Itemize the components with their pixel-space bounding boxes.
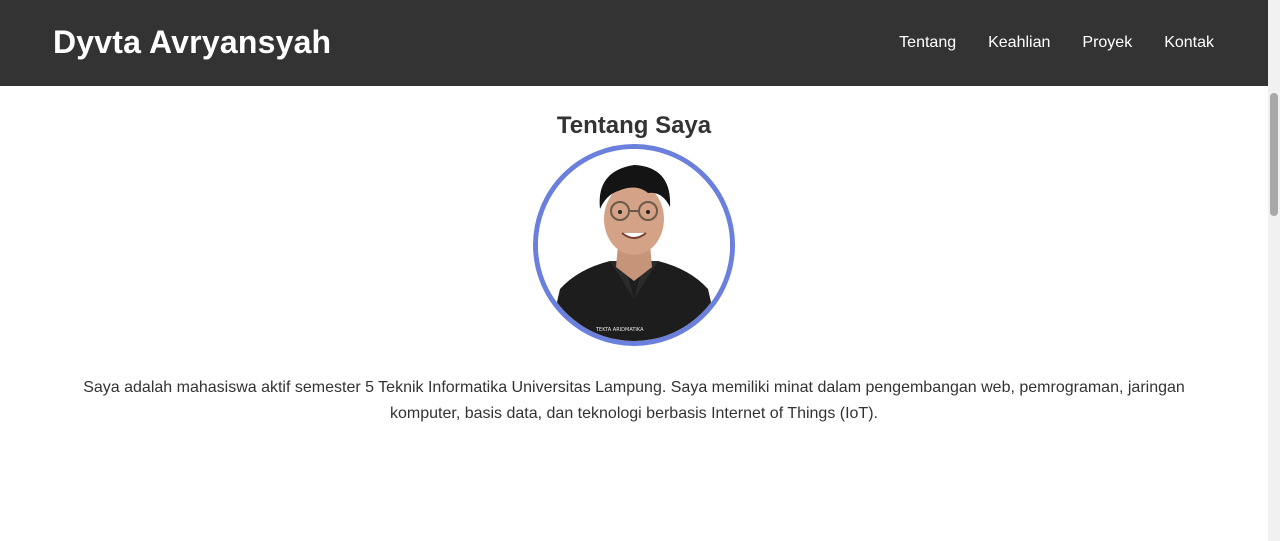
site-brand[interactable]: Dyvta Avryansyah xyxy=(53,24,331,61)
nav-link-proyek[interactable]: Proyek xyxy=(1082,34,1132,52)
about-section: Tentang Saya TEKTA ARIDMATIKA Saya adala… xyxy=(0,86,1268,541)
nav-menu: Tentang Keahlian Proyek Kontak xyxy=(899,34,1214,52)
about-title: Tentang Saya xyxy=(556,112,712,139)
shirt-embroidery-text: TEKTA ARIDMATIKA xyxy=(595,327,644,333)
navbar: Dyvta Avryansyah Tentang Keahlian Proyek… xyxy=(0,0,1268,86)
nav-link-kontak[interactable]: Kontak xyxy=(1164,34,1214,52)
profile-photo: TEKTA ARIDMATIKA xyxy=(533,144,735,346)
nav-link-keahlian[interactable]: Keahlian xyxy=(988,34,1050,52)
nav-link-tentang[interactable]: Tentang xyxy=(899,34,956,52)
about-description: Saya adalah mahasiswa aktif semester 5 T… xyxy=(83,379,1185,422)
scrollbar-track[interactable] xyxy=(1268,0,1280,541)
profile-photo-illustration: TEKTA ARIDMATIKA xyxy=(538,149,730,341)
scrollbar-thumb[interactable] xyxy=(1270,93,1278,216)
